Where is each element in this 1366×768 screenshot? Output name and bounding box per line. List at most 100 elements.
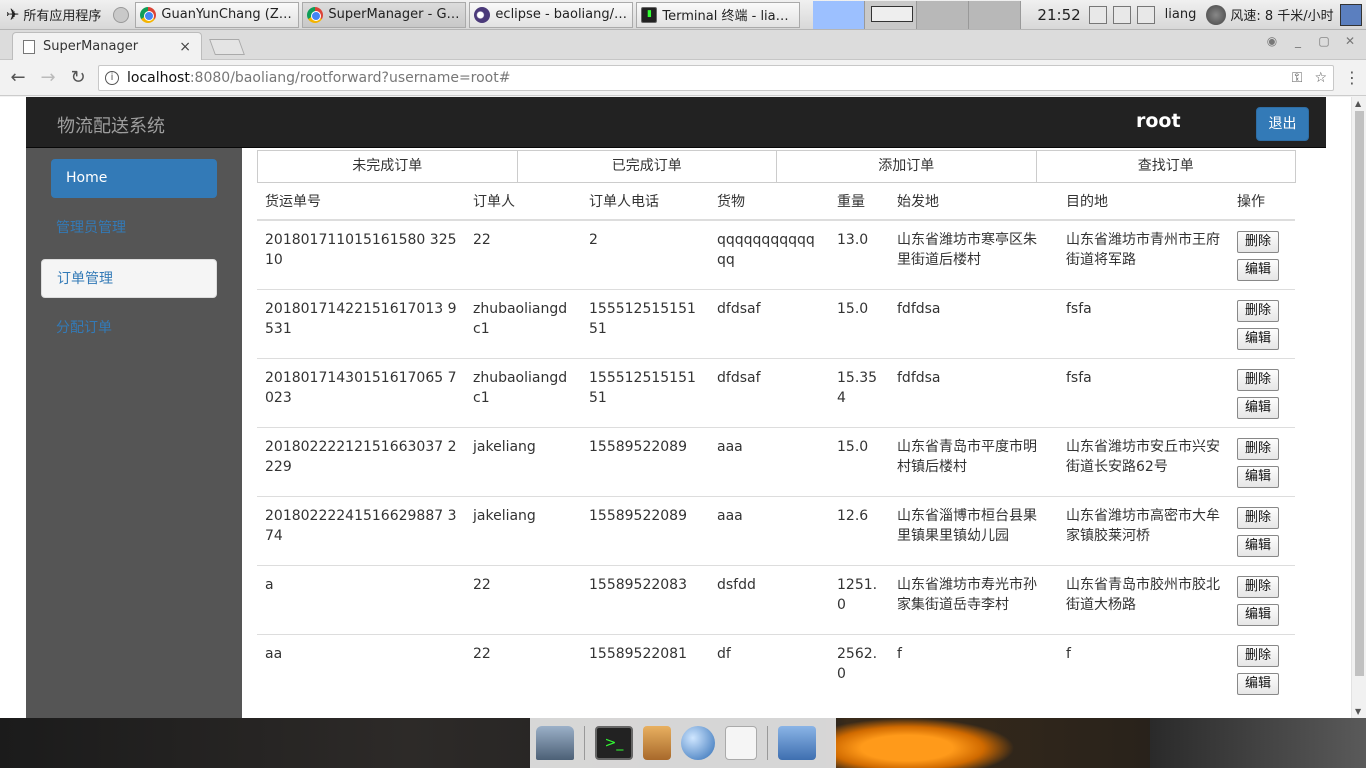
tracking-no-cell: 201801711015161580 32510 bbox=[257, 219, 465, 289]
weight-cell: 2562.0 bbox=[829, 633, 889, 703]
workspace-4[interactable] bbox=[969, 0, 1022, 29]
goods-cell: dfdsaf bbox=[709, 288, 829, 358]
workspace-pager[interactable] bbox=[813, 0, 1022, 29]
phone-cell: 15589522089 bbox=[581, 495, 709, 565]
scroll-up-icon[interactable]: ▲ bbox=[1355, 99, 1361, 108]
terminal-launcher-icon[interactable]: >_ bbox=[595, 726, 633, 760]
actions-cell: 删除 编辑 bbox=[1229, 219, 1295, 289]
destination-cell: 山东省潍坊市安丘市兴安街道长安路62号 bbox=[1058, 426, 1229, 496]
edit-button[interactable]: 编辑 bbox=[1237, 259, 1279, 281]
profile-icon[interactable]: ◉ bbox=[1262, 34, 1282, 48]
actions-cell: 删除 编辑 bbox=[1229, 288, 1295, 358]
task-eclipse[interactable]: eclipse - baoliang/src… bbox=[469, 1, 634, 28]
signal-icon[interactable] bbox=[1136, 5, 1155, 24]
web-browser-launcher-icon[interactable] bbox=[681, 726, 715, 760]
user-name[interactable]: liang bbox=[1165, 7, 1197, 22]
origin-cell: 山东省潍坊市寒亭区朱里街道后楼村 bbox=[889, 219, 1058, 289]
forward-icon[interactable]: → bbox=[38, 67, 58, 88]
customer-cell: 22 bbox=[465, 564, 581, 634]
maximize-button[interactable]: ▢ bbox=[1314, 34, 1334, 48]
back-icon[interactable]: ← bbox=[8, 67, 28, 88]
page-icon bbox=[23, 39, 35, 54]
site-brand[interactable]: 物流配送系统 bbox=[57, 112, 165, 138]
reload-icon[interactable]: ↻ bbox=[68, 67, 88, 88]
apps-menu-button[interactable]: ✈ 所有应用程序 bbox=[0, 0, 107, 30]
workspace-2[interactable] bbox=[865, 0, 918, 29]
task-terminal[interactable]: ▮ Terminal 终端 - liang… bbox=[636, 1, 801, 28]
edit-button[interactable]: 编辑 bbox=[1237, 327, 1279, 350]
origin-cell: 山东省淄博市桓台县果里镇果里镇幼儿园 bbox=[889, 495, 1058, 565]
clock[interactable]: 21:52 bbox=[1037, 6, 1080, 24]
tracking-no-cell: 20180222212151663037 2229 bbox=[257, 426, 465, 496]
goods-cell: dfdsaf bbox=[709, 357, 829, 427]
menu-icon[interactable]: ⋮ bbox=[1344, 68, 1360, 87]
delete-button[interactable]: 删除 bbox=[1237, 437, 1279, 460]
show-desktop-icon[interactable] bbox=[1339, 3, 1362, 26]
file-cabinet-launcher-icon[interactable] bbox=[643, 726, 671, 760]
sidebar-item-home[interactable]: Home bbox=[51, 159, 217, 198]
delete-button[interactable]: 删除 bbox=[1237, 644, 1279, 667]
workspace-3[interactable] bbox=[917, 0, 970, 29]
edit-button[interactable]: 编辑 bbox=[1237, 465, 1279, 488]
weather-widget[interactable]: 风速: 8 千米/小时 bbox=[1206, 4, 1334, 25]
page-scrollbar[interactable]: ▲ ▼ bbox=[1351, 97, 1366, 718]
task-supermanager[interactable]: SuperManager - Goog… bbox=[302, 1, 467, 28]
tab-add-order[interactable]: 添加订单 bbox=[776, 150, 1037, 183]
delete-button[interactable]: 删除 bbox=[1237, 368, 1279, 391]
table-row: 201801711015161580 32510 22 2 qqqqqqqqqqqqq… bbox=[257, 219, 1295, 289]
network-icon[interactable] bbox=[1112, 5, 1131, 24]
dock-divider bbox=[767, 726, 768, 760]
logout-button[interactable]: 退出 bbox=[1256, 107, 1309, 141]
close-window-button[interactable]: ✕ bbox=[1340, 34, 1360, 48]
edit-button[interactable]: 编辑 bbox=[1237, 534, 1279, 557]
sidebar-item-admin-management[interactable]: 管理员管理 bbox=[41, 209, 217, 248]
tracking-no-cell: 20180222241516629887 374 bbox=[257, 495, 465, 565]
launcher-bar: >_ bbox=[530, 718, 836, 768]
tab-incomplete-orders[interactable]: 未完成订单 bbox=[257, 150, 518, 183]
actions-cell: 删除 编辑 bbox=[1229, 357, 1295, 427]
edit-button[interactable]: 编辑 bbox=[1237, 603, 1279, 626]
phone-cell: 15551251515151 bbox=[581, 357, 709, 427]
site-navbar: 物流配送系统 root 退出 bbox=[26, 97, 1326, 148]
weight-cell: 1251.0 bbox=[829, 564, 889, 634]
tab-search-orders[interactable]: 查找订单 bbox=[1035, 150, 1296, 183]
edit-button[interactable]: 编辑 bbox=[1237, 672, 1279, 695]
eclipse-icon bbox=[474, 6, 491, 23]
close-tab-icon[interactable]: × bbox=[179, 39, 191, 55]
goods-cell: aaa bbox=[709, 426, 829, 496]
key-icon[interactable]: ⚿ bbox=[1292, 70, 1303, 86]
new-tab-button[interactable] bbox=[209, 39, 245, 55]
weather-text: 风速: 8 千米/小时 bbox=[1230, 9, 1334, 24]
current-user: root bbox=[1136, 110, 1181, 132]
browser-tab[interactable]: SuperManager × bbox=[12, 32, 202, 60]
minimize-button[interactable]: _ bbox=[1288, 34, 1308, 48]
star-icon[interactable]: ☆ bbox=[1314, 70, 1327, 86]
terminal-icon: ▮ bbox=[641, 6, 658, 23]
search-launcher-icon[interactable] bbox=[725, 726, 757, 760]
edit-button[interactable]: 编辑 bbox=[1237, 396, 1279, 419]
sidebar-item-assign-orders[interactable]: 分配订单 bbox=[41, 309, 217, 348]
delete-button[interactable]: 删除 bbox=[1237, 299, 1279, 322]
folder-launcher-icon[interactable] bbox=[778, 726, 816, 760]
window-controls: ◉ _ ▢ ✕ bbox=[1262, 34, 1360, 48]
delete-button[interactable]: 删除 bbox=[1237, 231, 1279, 253]
sidebar-item-order-management[interactable]: 订单管理 bbox=[41, 259, 217, 298]
scroll-down-icon[interactable]: ▼ bbox=[1355, 707, 1361, 716]
address-bar[interactable]: i localhost:8080/baoliang/rootforward?us… bbox=[98, 64, 1334, 91]
origin-cell: fdfdsa bbox=[889, 357, 1058, 427]
keyboard-icon[interactable] bbox=[1088, 5, 1107, 24]
lock-icon[interactable] bbox=[113, 6, 130, 23]
scrollbar-thumb[interactable] bbox=[1355, 111, 1364, 676]
delete-button[interactable]: 删除 bbox=[1237, 575, 1279, 598]
show-desktop-launcher-icon[interactable] bbox=[536, 726, 574, 760]
destination-cell: 山东省潍坊市青州市王府街道将军路 bbox=[1058, 219, 1229, 289]
tab-completed-orders[interactable]: 已完成订单 bbox=[516, 150, 777, 183]
info-icon[interactable]: i bbox=[105, 70, 119, 85]
delete-button[interactable]: 删除 bbox=[1237, 506, 1279, 529]
actions-cell: 删除 编辑 bbox=[1229, 495, 1295, 565]
actions-cell: 删除 编辑 bbox=[1229, 633, 1295, 703]
browser-toolbar: ← → ↻ i localhost:8080/baoliang/rootforw… bbox=[0, 60, 1366, 96]
task-guanyunchang[interactable]: GuanYunChang (ZhuB… bbox=[135, 1, 300, 28]
destination-cell: fsfa bbox=[1058, 288, 1229, 358]
workspace-1[interactable] bbox=[813, 0, 866, 29]
